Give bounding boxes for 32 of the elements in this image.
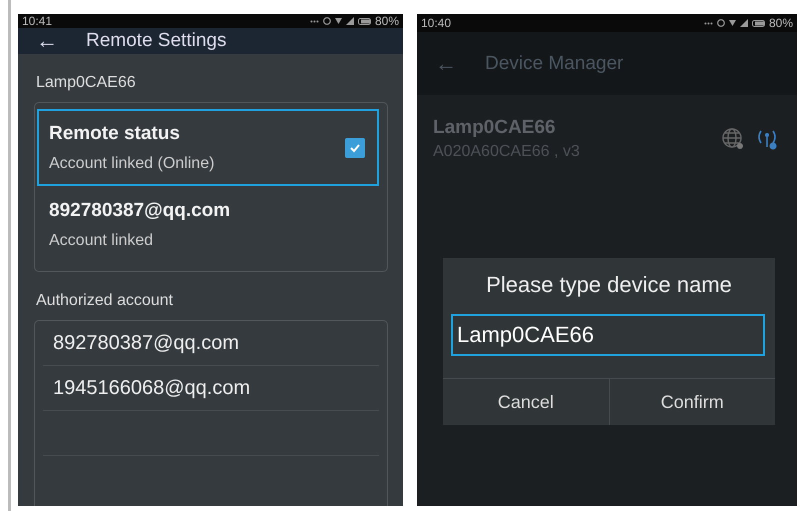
checkbox[interactable] (345, 138, 365, 158)
device-name: Lamp0CAE66 (433, 117, 556, 139)
account-email[interactable]: 1945166068@qq.com (53, 376, 250, 400)
dialog-button[interactable]: Confirm (608, 379, 775, 425)
back-button[interactable]: ← (36, 28, 58, 54)
status-time: 10:40 (421, 16, 452, 30)
wifi-icon (334, 18, 342, 24)
dialog-button[interactable]: Cancel (443, 379, 608, 425)
wifi-icon (728, 20, 736, 26)
battery-percent: 80% (768, 16, 793, 30)
account-email[interactable]: 892780387@qq.com (53, 332, 239, 354)
status-time: 10:41 (22, 14, 52, 28)
device-name: Lamp0CAE66 (35, 73, 137, 93)
signal-icon (346, 17, 354, 25)
signal-icon (740, 19, 748, 27)
row-subtitle: Account linked (49, 232, 154, 250)
more-dots-icon (310, 20, 319, 22)
row-title: Remote status (49, 122, 181, 144)
row-subtitle: Account linked (Online) (49, 154, 214, 172)
screen-title: Device Manager (485, 52, 624, 74)
globe-icon (721, 127, 745, 151)
dialog-title: Please type device name (485, 271, 733, 299)
setting-row[interactable]: Remote status Account linked (Online) (37, 109, 379, 186)
row-title: 892780387@qq.com (49, 200, 230, 222)
more-dots-icon (704, 22, 713, 24)
battery-icon (752, 20, 765, 26)
setting-row[interactable]: 892780387@qq.com Account linked (37, 186, 379, 263)
battery-percent: 80% (374, 14, 399, 28)
screen-title: Remote Settings (86, 30, 226, 52)
section-label: Authorized account (35, 291, 174, 311)
device-name-field[interactable]: Lamp0CAE66 (451, 314, 765, 356)
battery-icon (358, 18, 371, 24)
